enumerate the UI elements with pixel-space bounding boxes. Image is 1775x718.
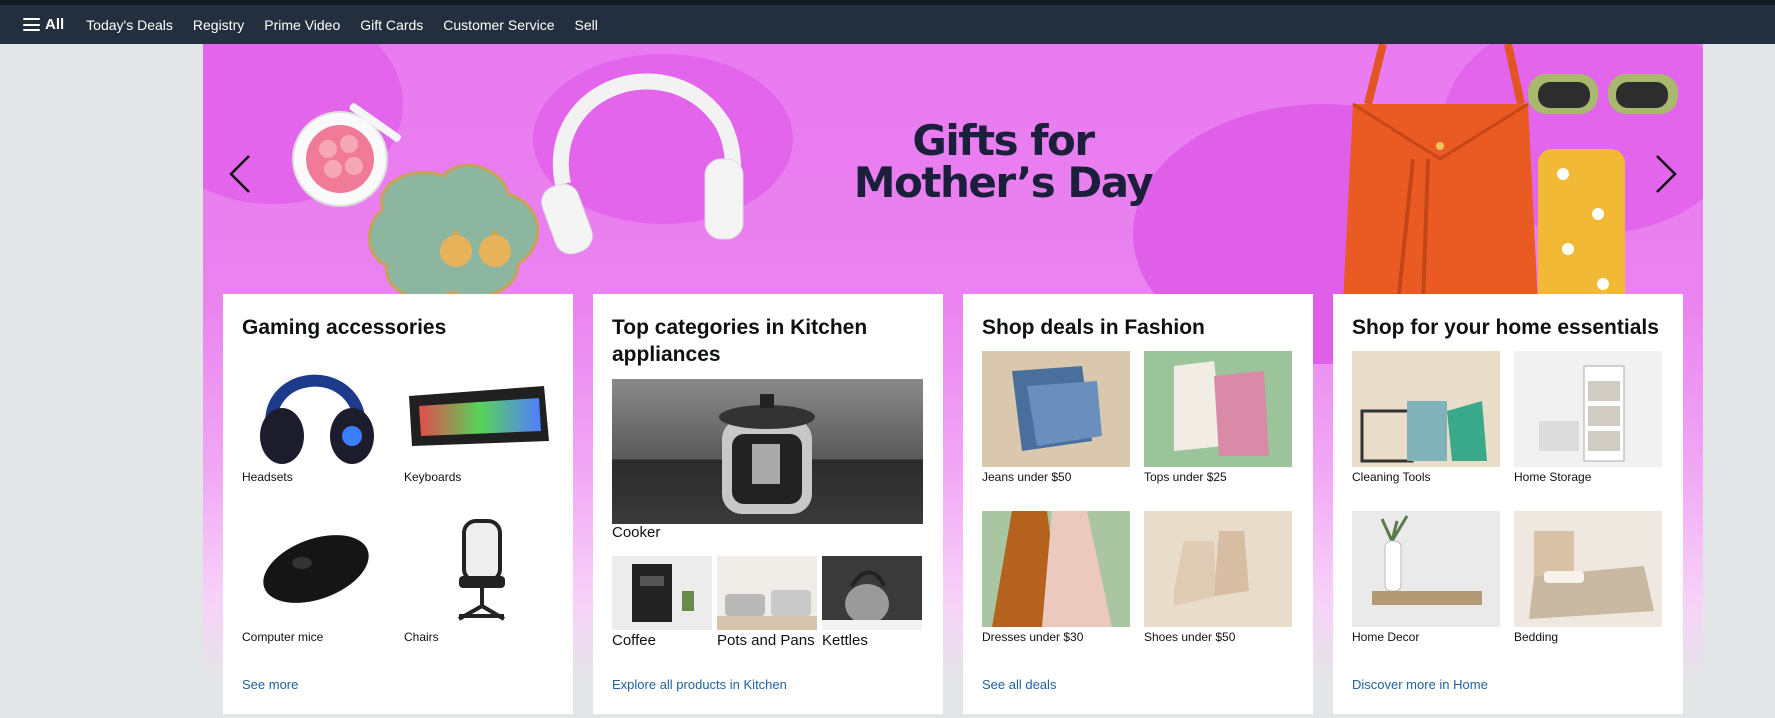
cleaning-tools-image bbox=[1352, 351, 1500, 467]
card-item-chairs[interactable]: Chairs bbox=[404, 511, 552, 644]
pots-and-pans-image bbox=[717, 556, 817, 630]
item-label: Coffee bbox=[612, 632, 656, 649]
card-item-home-decor[interactable]: Home Decor bbox=[1352, 511, 1500, 644]
nav-link-customer-service[interactable]: Customer Service bbox=[443, 17, 554, 33]
explore-kitchen-link[interactable]: Explore all products in Kitchen bbox=[612, 677, 787, 692]
nav-link-prime-video[interactable]: Prime Video bbox=[264, 17, 340, 33]
item-label: Home Decor bbox=[1352, 630, 1420, 644]
card-title: Gaming accessories bbox=[242, 316, 447, 339]
item-label: Dresses under $30 bbox=[982, 630, 1084, 644]
tops-image bbox=[1144, 351, 1292, 467]
card-item-computer-mice[interactable]: Computer mice bbox=[242, 511, 390, 644]
see-more-link[interactable]: See more bbox=[242, 677, 298, 692]
jeans-image bbox=[982, 351, 1130, 467]
card-item-shoes[interactable]: Shoes under $50 bbox=[1144, 511, 1292, 644]
keyboards-image bbox=[404, 351, 552, 467]
nav-link-registry[interactable]: Registry bbox=[193, 17, 244, 33]
card-item-home-storage[interactable]: Home Storage bbox=[1514, 351, 1662, 484]
menu-icon bbox=[23, 18, 40, 31]
see-all-deals-link[interactable]: See all deals bbox=[982, 677, 1056, 692]
card-item-coffee[interactable]: Coffee bbox=[612, 556, 712, 649]
shoes-image bbox=[1144, 511, 1292, 627]
bedding-image bbox=[1514, 511, 1662, 627]
nav-link-sell[interactable]: Sell bbox=[575, 17, 598, 33]
item-label: Computer mice bbox=[242, 630, 324, 644]
main-nav: All Today's Deals Registry Prime Video G… bbox=[0, 5, 1775, 44]
card-item-kettles[interactable]: Kettles bbox=[822, 556, 922, 649]
card-item-cleaning-tools[interactable]: Cleaning Tools bbox=[1352, 351, 1500, 484]
card-item-headsets[interactable]: Headsets bbox=[242, 351, 390, 484]
item-label: Pots and Pans bbox=[717, 632, 815, 649]
coffee-image bbox=[612, 556, 712, 630]
discover-home-link[interactable]: Discover more in Home bbox=[1352, 677, 1488, 692]
item-label: Chairs bbox=[404, 630, 439, 644]
cooker-label[interactable]: Cooker bbox=[612, 524, 660, 541]
chevron-right-icon[interactable] bbox=[1643, 144, 1683, 204]
kettles-image bbox=[822, 556, 922, 630]
item-label: Bedding bbox=[1514, 630, 1559, 644]
nav-link-gift-cards[interactable]: Gift Cards bbox=[360, 17, 423, 33]
item-label: Home Storage bbox=[1514, 470, 1592, 484]
item-label: Cleaning Tools bbox=[1352, 470, 1431, 484]
home-decor-image bbox=[1352, 511, 1500, 627]
dresses-image bbox=[982, 511, 1130, 627]
chevron-left-icon[interactable] bbox=[223, 144, 263, 204]
item-label: Keyboards bbox=[404, 470, 462, 484]
all-menu-button[interactable]: All bbox=[23, 16, 64, 33]
all-menu-label: All bbox=[45, 16, 65, 33]
card-title: Shop for your home essentials bbox=[1352, 316, 1659, 339]
card-title: Shop deals in Fashion bbox=[982, 316, 1205, 339]
card-gaming-accessories: Gaming accessories Headsets Keyboards Co… bbox=[223, 294, 573, 714]
card-fashion-deals: Shop deals in Fashion Jeans under $50 To… bbox=[963, 294, 1313, 714]
item-label: Headsets bbox=[242, 470, 293, 484]
card-item-dresses[interactable]: Dresses under $30 bbox=[982, 511, 1130, 644]
hero-title-line2: Mother’s Day bbox=[853, 158, 1154, 207]
computer-mice-image bbox=[242, 511, 390, 627]
card-home-essentials: Shop for your home essentials Cleaning T… bbox=[1333, 294, 1683, 714]
item-label: Tops under $25 bbox=[1144, 470, 1227, 484]
card-item-jeans[interactable]: Jeans under $50 bbox=[982, 351, 1130, 484]
nav-link-todays-deals[interactable]: Today's Deals bbox=[86, 17, 173, 33]
home-storage-image bbox=[1514, 351, 1662, 467]
item-label: Jeans under $50 bbox=[982, 470, 1072, 484]
headsets-image bbox=[242, 351, 390, 467]
card-item-pots-and-pans[interactable]: Pots and Pans bbox=[717, 556, 817, 649]
card-title: Top categories in Kitchen appliances bbox=[612, 316, 868, 366]
card-kitchen-appliances: Top categories in Kitchen appliances Coo… bbox=[593, 294, 943, 714]
chairs-image bbox=[404, 511, 552, 627]
item-label: Shoes under $50 bbox=[1144, 630, 1236, 644]
cooker-image[interactable] bbox=[612, 379, 923, 524]
card-item-bedding[interactable]: Bedding bbox=[1514, 511, 1662, 644]
card-item-keyboards[interactable]: Keyboards bbox=[404, 351, 552, 484]
hero-title[interactable]: Gifts for Mother’s Day bbox=[803, 120, 1203, 204]
hero-title-line1: Gifts for bbox=[912, 116, 1095, 165]
item-label: Kettles bbox=[822, 632, 868, 649]
card-item-tops[interactable]: Tops under $25 bbox=[1144, 351, 1292, 484]
